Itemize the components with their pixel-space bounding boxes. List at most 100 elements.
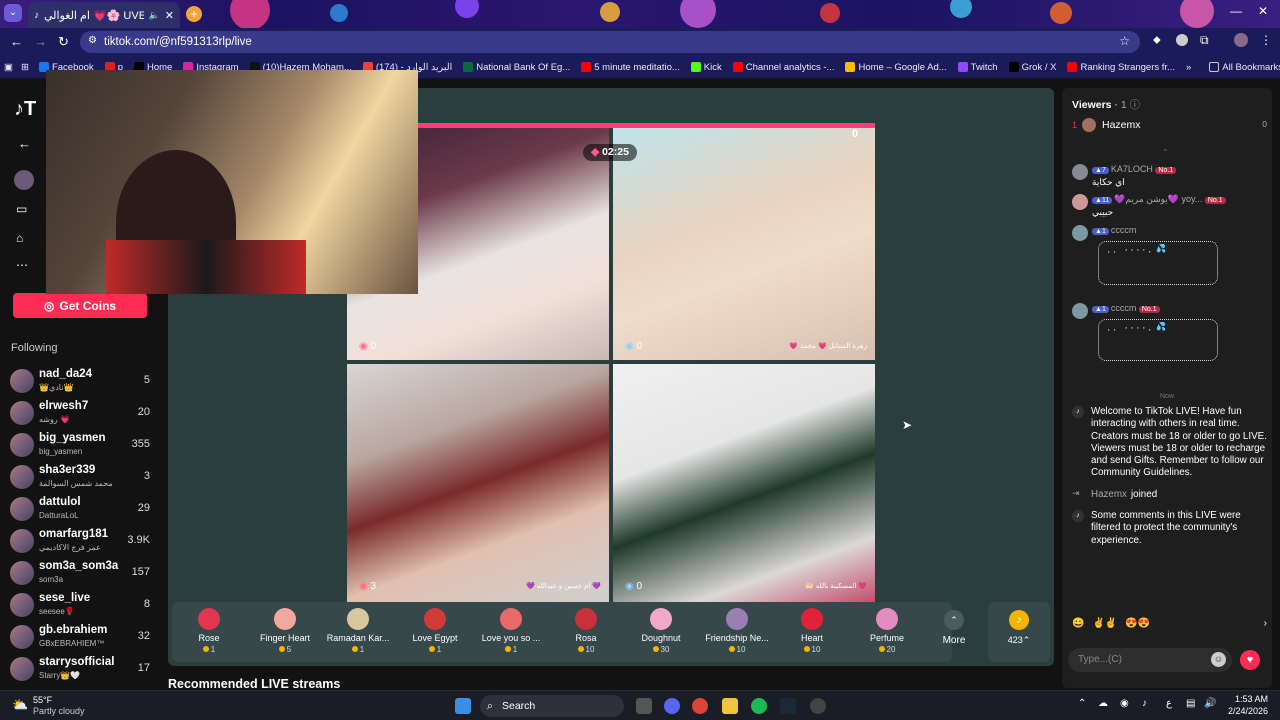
video-icon[interactable]: ▭ (16, 202, 27, 216)
avatar[interactable] (14, 170, 34, 190)
get-coins-button[interactable]: ◎ Get Coins (13, 293, 147, 318)
gift-doughnut[interactable]: Doughnut 30 (626, 608, 696, 654)
following-item[interactable]: starrysofficial Starry👑🤍 17 (10, 654, 150, 684)
bookmark-google-ads[interactable]: Home – Google Ad... (845, 62, 947, 73)
clock-time[interactable]: 1:53 AM (1226, 694, 1268, 704)
network-icon[interactable]: ▤ (1186, 698, 1195, 709)
weather-desc: Partly cloudy (33, 706, 85, 716)
emoji-button[interactable]: 😍😍 (1125, 618, 1150, 634)
coin-balance-button[interactable]: ♪ 423⌃ (988, 602, 1050, 662)
bookmark-youtube-meditation[interactable]: 5 minute meditatio... (581, 62, 680, 73)
tray-icon[interactable]: ☁ (1098, 698, 1108, 709)
extensions-icon[interactable]: ⧉ (1200, 33, 1209, 48)
gift-ramadan[interactable]: Ramadan Kar... 1 (323, 608, 393, 654)
tray-chevron-icon[interactable]: ⌃ (1078, 698, 1086, 709)
task-view-icon[interactable] (636, 698, 652, 714)
bookmark-ranking[interactable]: Ranking Strangers fr... (1067, 62, 1175, 73)
more-gifts-button[interactable]: ⌃ More (932, 610, 976, 646)
discord-icon[interactable] (664, 698, 680, 714)
more-icon[interactable]: ⋯ (16, 258, 28, 272)
following-item[interactable]: gb.ebrahiem GBxEBRAHIEM™ 32 (10, 622, 150, 652)
discord-tray-icon[interactable]: ◉ (1120, 698, 1129, 709)
app-icon[interactable] (810, 698, 826, 714)
new-tab-button[interactable]: + (186, 6, 202, 22)
menu-icon[interactable]: ⋮ (1260, 33, 1272, 47)
close-window-icon[interactable]: ✕ (1258, 4, 1268, 18)
bookmark-twitch[interactable]: Twitch (957, 62, 998, 73)
reload-icon[interactable]: ↻ (58, 34, 69, 50)
forward-icon[interactable]: → (34, 34, 47, 49)
close-tab-icon[interactable]: ✕ (165, 9, 174, 22)
expand-chevron-icon[interactable]: ⌄ (1162, 144, 1169, 153)
bookmark-nbe[interactable]: National Bank Of Eg... (463, 62, 570, 73)
following-item[interactable]: omarfarg181 عمر فرج الاكاديمي 3.9K (10, 526, 150, 556)
back-icon[interactable]: ← (10, 34, 23, 49)
windows-start-icon[interactable] (455, 698, 471, 714)
decoration (950, 0, 972, 18)
tab-search-button[interactable]: ⌄ (4, 4, 22, 22)
cell-score: ◉ 0 (359, 341, 377, 352)
more-bookmarks-icon[interactable]: » (1186, 62, 1191, 73)
like-heart-button[interactable]: ♥ (1240, 650, 1260, 670)
video-cell-3[interactable]: ◉ 3 💜 ام حسين و عبدالله 💜 (347, 364, 609, 604)
emoji-button[interactable]: 😀 (1072, 618, 1084, 634)
language-icon[interactable]: ع (1166, 698, 1172, 709)
address-bar[interactable]: ⚙ tiktok.com/@nf591313rlp/live ☆ (80, 31, 1140, 53)
video-cell-4[interactable]: ◉ 0 🤲🏻 المسكينة بالله 💗 (613, 364, 875, 604)
gift-rose[interactable]: Rose 1 (174, 608, 244, 654)
top-viewer-row[interactable]: 1 Hazemx 0 (1072, 118, 1267, 134)
clock-date[interactable]: 2/24/2026 (1220, 706, 1268, 716)
profile-ext-icon[interactable] (1176, 34, 1188, 46)
active-tab[interactable]: ♪ ام الغوالي 💗🌸 UVE 🔈 ✕ (28, 2, 180, 28)
following-item[interactable]: som3a_som3a som3a 157 (10, 558, 150, 588)
chevron-right-icon[interactable]: › (1264, 618, 1267, 634)
gift-love-egypt[interactable]: Love Egypt 1 (400, 608, 470, 654)
tiktok-logo-icon[interactable]: ♪T (14, 98, 36, 121)
gift-love-you-so[interactable]: Love you so ... 1 (476, 608, 546, 654)
extension-icon[interactable]: ⬥ (1153, 34, 1161, 47)
all-bookmarks[interactable]: All Bookmarks (1209, 62, 1280, 73)
gift-friendship[interactable]: Friendship Ne... 10 (702, 608, 772, 654)
chrome-icon[interactable] (692, 698, 708, 714)
grid-icon[interactable]: ⊞ (21, 62, 29, 73)
bookmark-grok[interactable]: Grok / X (1008, 62, 1056, 73)
following-item[interactable]: elrwesh7 روشه 💗 20 (10, 398, 150, 428)
mic-icon[interactable]: ♪ (1142, 698, 1147, 709)
url-text: tiktok.com/@nf591313rlp/live (104, 36, 252, 48)
back-arrow-icon[interactable]: ← (18, 136, 31, 151)
volume-icon[interactable]: 🔊 (1204, 698, 1216, 709)
bookmark-star-icon[interactable]: ☆ (1119, 34, 1130, 48)
steam-icon[interactable] (780, 698, 796, 714)
chat-input[interactable]: Type...(C) ☺ (1068, 648, 1232, 672)
following-item[interactable]: sese_live seesee🌹 8 (10, 590, 150, 620)
search-icon: ⌕ (487, 700, 493, 712)
browser-tab-bar: ⌄ ♪ ام الغوالي 💗🌸 UVE 🔈 ✕ + — ✕ (0, 0, 1280, 28)
cell-label: 💜 ام حسين و عبدالله 💜 (526, 583, 601, 590)
emoji-button[interactable]: ✌✌ (1092, 618, 1117, 634)
gift-rosa[interactable]: Rosa 10 (551, 608, 621, 654)
gift-finger-heart[interactable]: Finger Heart 5 (250, 608, 320, 654)
site-info-icon[interactable]: ⚙ (88, 35, 97, 46)
apps-icon[interactable]: ▣ (4, 62, 13, 73)
mute-icon[interactable]: 🔈 (149, 10, 160, 21)
home-icon[interactable]: ⌂ (16, 231, 23, 245)
emoji-picker-icon[interactable]: ☺ (1211, 652, 1226, 667)
gift-perfume[interactable]: Perfume 20 (852, 608, 922, 654)
spotify-icon[interactable] (751, 698, 767, 714)
following-item[interactable]: big_yasmen big_yasmen 355 (10, 430, 150, 460)
following-item[interactable]: nad_da24 👑نادي👑 5 (10, 366, 150, 396)
following-item[interactable]: sha3er339 محمد شمس السوالمة 3 (10, 462, 150, 492)
minimize-icon[interactable]: — (1230, 4, 1242, 18)
profile-avatar[interactable] (1234, 33, 1248, 47)
info-icon[interactable]: ⓘ (1130, 99, 1141, 111)
avatar (10, 561, 34, 585)
following-item[interactable]: dattulol DatturaLoL 29 (10, 494, 150, 524)
video-cell-2[interactable]: ◉ 0 💗 زهرة السنابل 💗 محمد (613, 128, 875, 360)
bookmark-kick[interactable]: Kick (690, 62, 722, 73)
gift-heart[interactable]: Heart 10 (777, 608, 847, 654)
bookmark-channel-analytics[interactable]: Channel analytics -... (732, 62, 834, 73)
level-badge: ▲11 (1092, 197, 1113, 204)
file-explorer-icon[interactable] (722, 698, 738, 714)
weather-icon[interactable]: ⛅ (12, 697, 28, 713)
taskbar-search[interactable]: ⌕ Search (480, 695, 624, 717)
